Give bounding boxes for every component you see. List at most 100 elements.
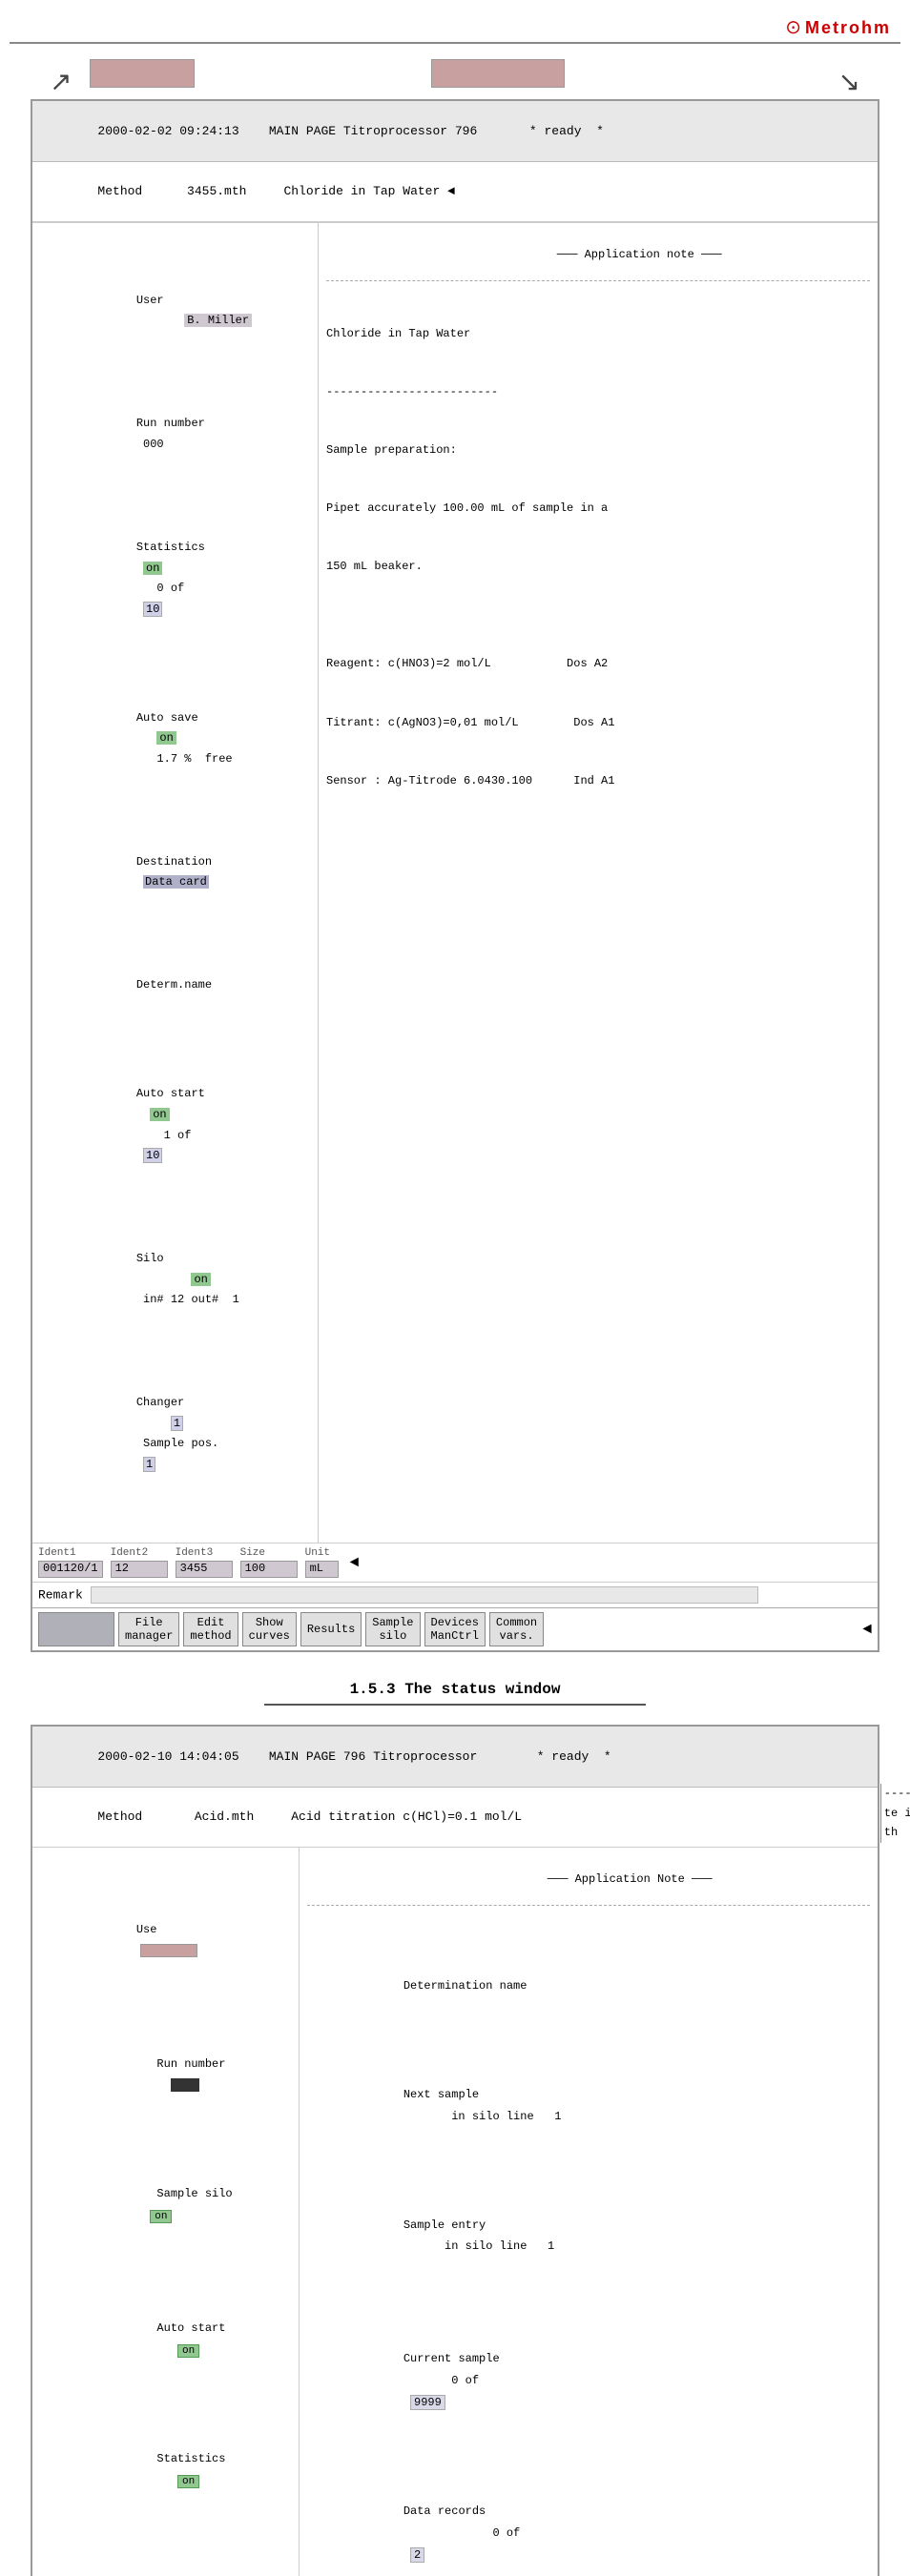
determ-row: Determ.name [40,955,310,1017]
autostart-1of: 1 of [164,1129,192,1142]
run-number-row: Run number 000 [40,394,310,476]
unit-value[interactable]: mL [305,1561,339,1578]
save-determ-row: Save determ. data on [40,2557,291,2576]
remark-input[interactable] [91,1586,758,1604]
btn-edit-method[interactable]: Edit method [183,1612,238,1646]
button-bar-1: File manager Edit method Show curves Res… [32,1607,878,1650]
autosave-free: 1.7 % free [156,752,232,766]
ident1-label: Ident1 [38,1547,103,1559]
ident3-cell: Ident3 3455 [176,1547,233,1578]
panel2-right: ─── Application Note ─── Determination n… [300,1848,878,2576]
app-note-header-2: ─── Application Note ─── [307,1853,870,1906]
ident1-value[interactable]: 001120/1 [38,1561,103,1578]
app-line4: Pipet accurately 100.00 mL of sample in … [326,499,870,518]
auto-start-row: Auto start on [40,2296,291,2382]
btn-file-manager[interactable]: File manager [118,1612,179,1646]
silo-row: Silo on in# 12 out# 1 [40,1229,310,1332]
status-bar-2: 2000-02-10 14:04:05 MAIN PAGE 796 Titrop… [32,1727,878,1788]
ident2-cell: Ident2 12 [111,1547,168,1578]
size-label: Size [240,1547,298,1559]
autosave-label: Auto save [136,711,198,725]
data-records-row: Data records 0 of 2 [307,2479,870,2576]
main-panel-2: 2000-02-10 14:04:05 MAIN PAGE 796 Titrop… [31,1725,879,2576]
autostart-row: Auto start on 1 of 10 [40,1064,310,1188]
btn-results[interactable]: Results [300,1612,362,1646]
remark-label: Remark [38,1588,83,1603]
destination-value: Data card [143,875,209,889]
autostart-label: Auto start [136,1087,205,1100]
app-note-header-1: ─── Application note ─── [326,229,870,281]
app-line8: Titrant: c(AgNO3)=0,01 mol/L Dos A1 [326,713,870,732]
determination-name-row: Determination name [307,1953,870,2018]
current-sample-num: 9999 [410,2395,445,2410]
sample-entry-value: in silo line 1 [445,2239,554,2253]
btn-devices-manctrl[interactable]: Devices ManCtrl [424,1612,486,1646]
changer-label: Changer [136,1396,184,1409]
deco-arrow-left: ↗ [50,66,72,99]
statistics-row-2: Statistics on [40,2426,291,2513]
current-sample-label: Current sample [403,2352,500,2365]
use-row: Use [40,1897,291,1984]
statistics-on-2: on [177,2475,199,2488]
btn-show-curves[interactable]: Show curves [242,1612,297,1646]
right-side-note: ------ te in th [880,1784,910,1842]
autostart-num: 10 [143,1148,162,1163]
ident3-label: Ident3 [176,1547,233,1559]
destination-row: Destination Data card [40,831,310,913]
statistics-label-2: Statistics [156,2452,225,2465]
status-bar-1: 2000-02-02 09:24:13 MAIN PAGE Titroproce… [32,101,878,162]
statistics-row: Statistics on 0 of 10 [40,517,310,641]
deco-box-left [90,59,195,88]
statistics-num: 10 [143,602,162,617]
changer-samplepos-val: 1 [143,1457,155,1472]
unit-label: Unit [305,1547,339,1559]
next-sample-row: Next sample in silo line 1 [307,2062,870,2149]
remark-row: Remark [32,1582,878,1607]
app-line3: Sample preparation: [326,440,870,460]
logo-text: Metrohm [805,18,891,38]
method-bar-2: Method Acid.mth Acid titration c(HCl)=0.… [32,1788,878,1849]
ident2-label: Ident2 [111,1547,168,1559]
section-title: 1.5.3 The status window [264,1681,646,1706]
changer-samplepos: Sample pos. [143,1437,218,1450]
btn-empty-1[interactable] [38,1612,114,1646]
ident-row: Ident1 001120/1 Ident2 12 Ident3 3455 Si… [32,1543,878,1582]
data-records-0of: 0 of [492,2526,520,2540]
statistics-on: on [143,562,162,575]
unit-cell: Unit mL [305,1547,339,1578]
deco-arrow-right: ↘ [838,66,860,99]
app-line2: ------------------------- [326,382,870,401]
autosave-row: Auto save on 1.7 % free [40,687,310,790]
ident3-value[interactable]: 3455 [176,1561,233,1578]
sample-entry-row: Sample entry in silo line 1 [307,2193,870,2280]
run-number-value: 000 [143,438,164,451]
statistics-label: Statistics [136,541,205,554]
silo-label: Silo [136,1252,164,1265]
app-line5: 150 mL beaker. [326,557,870,576]
ident2-value[interactable]: 12 [111,1561,168,1578]
current-sample-row: Current sample 0 of 9999 [307,2327,870,2436]
arrow-right-indicator: ◄ [862,1621,872,1638]
logo-icon: ⊙ [785,15,801,40]
next-sample-label: Next sample [403,2088,479,2101]
panel2-body: Use Run number Sample silo on [32,1848,878,2576]
panel2-left: Use Run number Sample silo on [32,1848,300,2576]
sample-silo-row: Sample silo on [40,2162,291,2249]
determ-label: Determ.name [136,978,212,992]
run-number-label-2: Run number [156,2057,225,2071]
auto-start-label: Auto start [156,2321,225,2335]
silo-on: on [191,1273,210,1286]
btn-sample-silo[interactable]: Sample silo [365,1612,420,1646]
main-panel-1: 2000-02-02 09:24:13 MAIN PAGE Titroproce… [31,99,879,1652]
data-records-num: 2 [410,2547,424,2563]
app-line7: Reagent: c(HNO3)=2 mol/L Dos A2 [326,654,870,673]
autosave-on: on [156,731,176,745]
sample-silo-label-2: Sample silo [156,2187,232,2200]
current-sample-0of: 0 of [451,2374,479,2387]
sample-entry-label: Sample entry [403,2218,486,2232]
ident1-cell: Ident1 001120/1 [38,1547,103,1578]
deco-box-right [431,59,565,88]
btn-common-vars[interactable]: Common vars. [489,1612,544,1646]
size-value[interactable]: 100 [240,1561,298,1578]
run-number-row-2: Run number [40,2032,291,2118]
